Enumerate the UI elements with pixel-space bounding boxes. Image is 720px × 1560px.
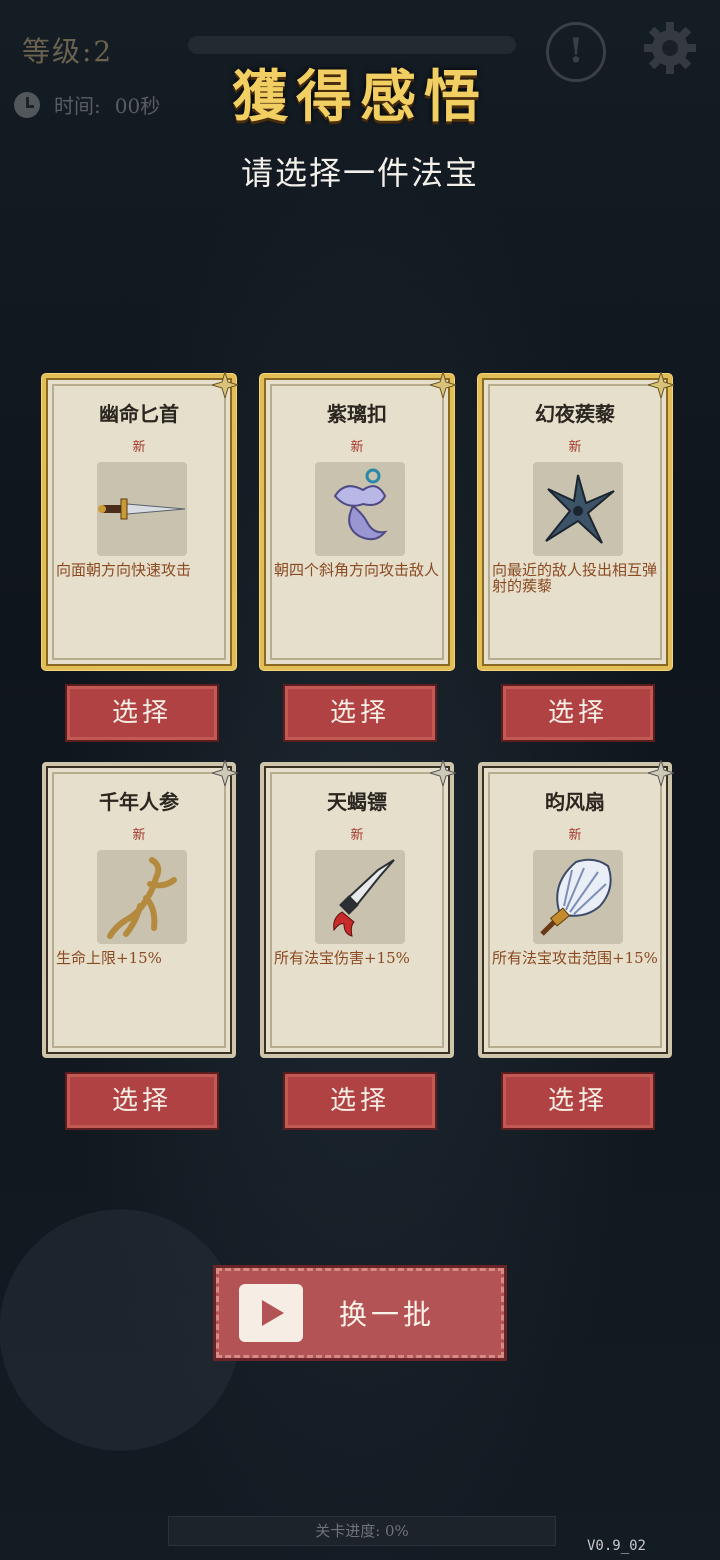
card-description: 所有法宝伤害+15% bbox=[274, 949, 410, 967]
card-name: 幻夜蒺藜 bbox=[535, 402, 615, 426]
select-button-1[interactable]: 选择 bbox=[67, 686, 217, 740]
shuriken-icon bbox=[545, 474, 615, 544]
select-button-5[interactable]: 选择 bbox=[285, 1074, 435, 1128]
card-art bbox=[315, 850, 405, 944]
new-tag: 新 bbox=[132, 440, 146, 455]
select-button-2[interactable]: 选择 bbox=[285, 686, 435, 740]
treasure-card-6[interactable]: 昀风扇 新 所有法宝攻击范围+15% bbox=[478, 760, 674, 1058]
new-tag: 新 bbox=[568, 828, 582, 843]
refresh-label: 换一批 bbox=[339, 1298, 436, 1331]
card-art bbox=[533, 850, 623, 944]
card-description: 生命上限+15% bbox=[56, 949, 162, 967]
reward-title: 獲得感悟 bbox=[232, 64, 488, 130]
shuriken-corner-icon bbox=[212, 372, 238, 398]
shuriken-corner-icon bbox=[648, 372, 674, 398]
card-description: 向最近的敌人投出相互弹射的蒺藜 bbox=[492, 561, 658, 595]
select-button-4[interactable]: 选择 bbox=[67, 1074, 217, 1128]
card-description: 朝四个斜角方向攻击敌人 bbox=[274, 561, 440, 579]
new-tag: 新 bbox=[568, 440, 582, 455]
treasure-card-3[interactable]: 幻夜蒺藜 新 向最近的敌人投出相互弹射的蒺藜 bbox=[478, 372, 674, 670]
select-button-3[interactable]: 选择 bbox=[503, 686, 653, 740]
shuriken-corner-icon bbox=[212, 760, 238, 786]
treasure-card-4[interactable]: 千年人参 新 生命上限+15% bbox=[42, 760, 238, 1058]
shuriken-corner-icon bbox=[648, 760, 674, 786]
card-art bbox=[97, 850, 187, 944]
refresh-batch-button[interactable]: 换一批 bbox=[216, 1268, 504, 1358]
version-label: V0.9_02 bbox=[586, 1538, 646, 1554]
card-description: 向面朝方向快速攻击 bbox=[56, 561, 192, 579]
treasure-card-5[interactable]: 天蝎镖 新 所有法宝伤害+15% bbox=[260, 760, 456, 1058]
dagger-icon bbox=[98, 498, 186, 520]
ginseng-icon bbox=[107, 857, 177, 939]
treasure-card-2[interactable]: 紫璃扣 新 朝四个斜角方向攻击敌人 bbox=[260, 372, 456, 670]
card-art bbox=[315, 462, 405, 556]
shuriken-corner-icon bbox=[430, 372, 456, 398]
card-art bbox=[97, 462, 187, 556]
card-name: 昀风扇 bbox=[545, 790, 605, 814]
feather-fan-icon bbox=[540, 858, 612, 936]
card-name: 千年人参 bbox=[99, 790, 179, 814]
select-button-6[interactable]: 选择 bbox=[503, 1074, 653, 1128]
dart-icon bbox=[333, 859, 395, 937]
new-tag: 新 bbox=[350, 440, 364, 455]
video-play-icon bbox=[239, 1284, 303, 1342]
card-name: 天蝎镖 bbox=[327, 790, 387, 814]
card-art bbox=[533, 462, 623, 556]
stage-progress: 关卡进度: 0% bbox=[168, 1516, 556, 1546]
card-description: 所有法宝攻击范围+15% bbox=[492, 949, 658, 967]
card-name: 紫璃扣 bbox=[327, 402, 387, 426]
reward-subtitle: 请选择一件法宝 bbox=[240, 154, 479, 192]
new-tag: 新 bbox=[350, 828, 364, 843]
shuriken-corner-icon bbox=[430, 760, 456, 786]
card-name: 幽命匕首 bbox=[99, 402, 179, 426]
treasure-card-1[interactable]: 幽命匕首 新 向面朝方向快速攻击 bbox=[42, 372, 238, 670]
purple-charm-icon bbox=[333, 468, 388, 541]
new-tag: 新 bbox=[132, 828, 146, 843]
